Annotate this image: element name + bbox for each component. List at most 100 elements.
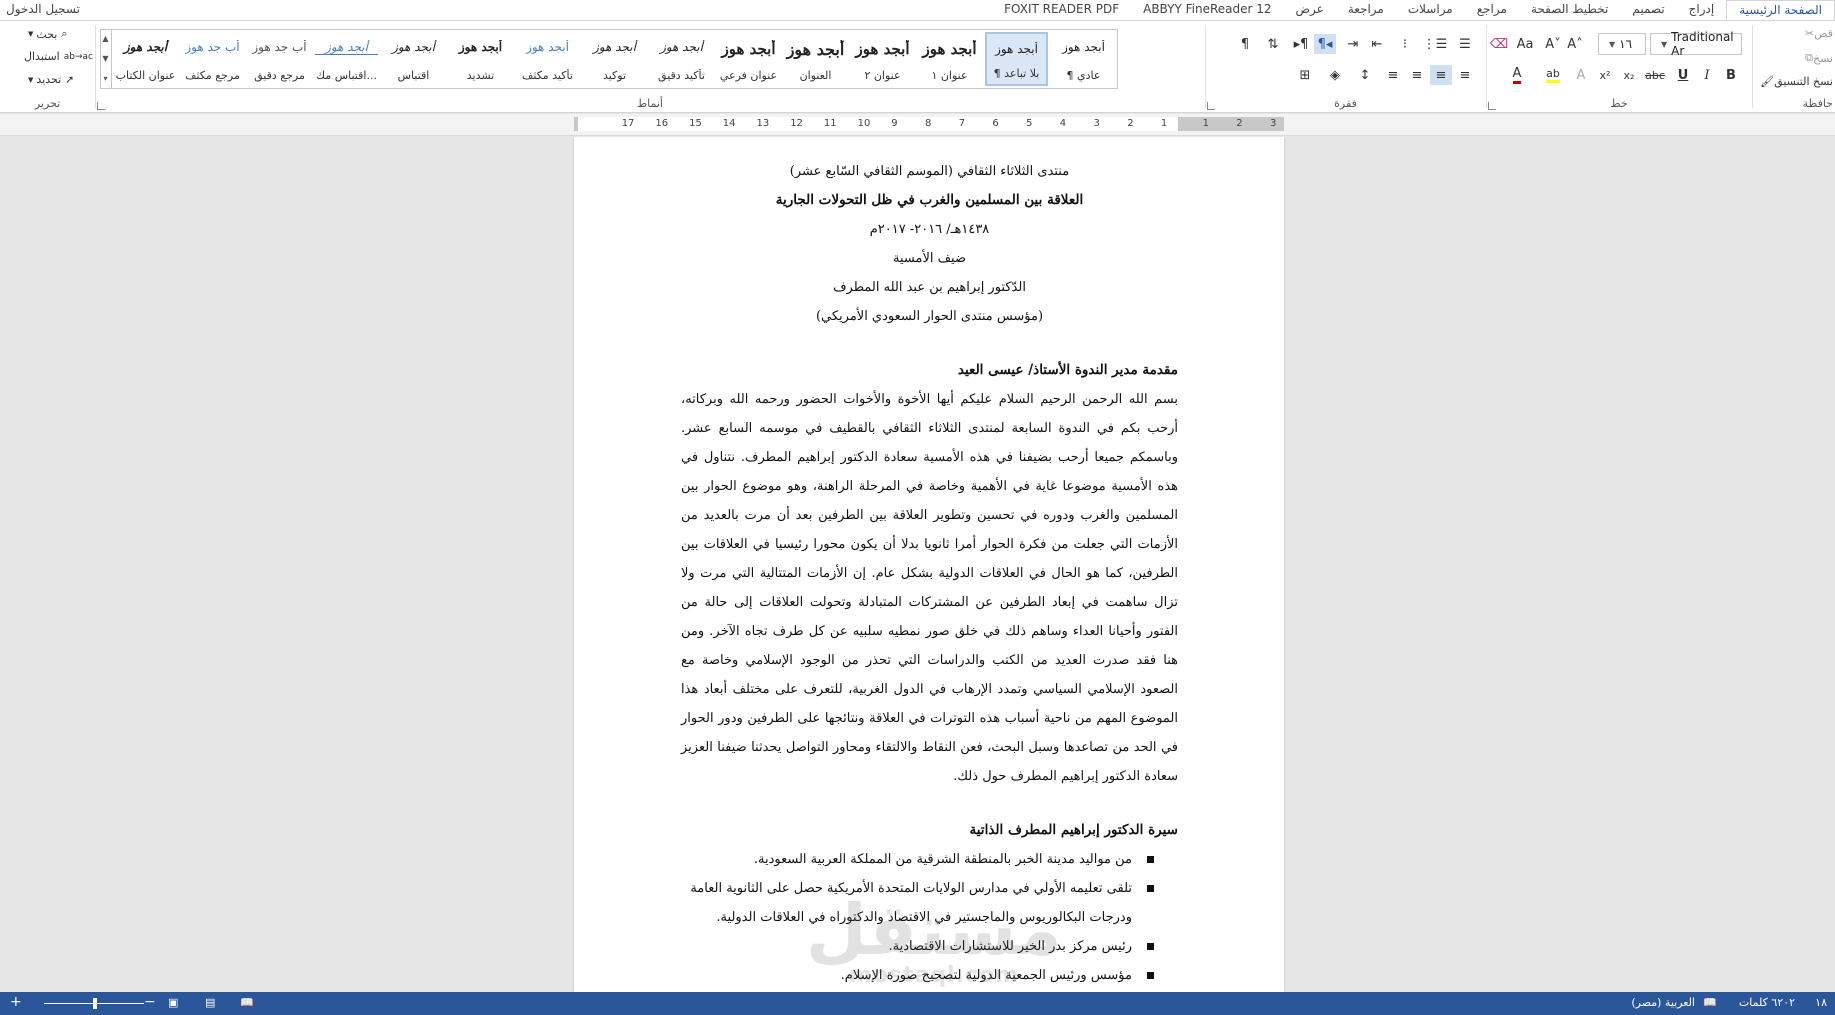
subscript-icon[interactable]: x₂ bbox=[1618, 65, 1640, 85]
print-layout-view-icon[interactable]: ▤ bbox=[205, 996, 215, 1009]
align-left-icon[interactable]: ≡ bbox=[1382, 65, 1404, 85]
tab-7[interactable]: عرض bbox=[1284, 0, 1336, 20]
select-button[interactable]: ▼ تحديد ➚ bbox=[28, 73, 74, 86]
bullet-item: من مواليد مدينة الخبر بالمنطقة الشرقية م… bbox=[681, 845, 1178, 874]
word-count: ٦٢٠٢ كلمات bbox=[1738, 996, 1795, 1009]
show-formatting-icon[interactable]: ¶ bbox=[1234, 34, 1256, 54]
clear-formatting-icon[interactable]: ⌫ bbox=[1488, 34, 1510, 54]
font-group-label: خط bbox=[1610, 97, 1628, 110]
style-item[interactable]: أبجد هوز عنوان الكتاب bbox=[114, 32, 177, 86]
style-item[interactable]: أبجد هوز تأكيد دقيق bbox=[650, 32, 713, 86]
strikethrough-icon[interactable]: abc bbox=[1642, 65, 1668, 85]
gallery-down-icon[interactable]: ▼ bbox=[100, 49, 111, 69]
tab-9[interactable]: FOXIT READER PDF bbox=[992, 0, 1131, 20]
proofing-status[interactable]: 📖 bbox=[1703, 996, 1717, 1009]
tab-6[interactable]: مراجعة bbox=[1336, 0, 1396, 20]
underline-icon[interactable]: U bbox=[1672, 65, 1694, 85]
numbering-icon[interactable]: ⋮☰ bbox=[1423, 34, 1448, 54]
font-dialog-launcher[interactable] bbox=[1488, 102, 1496, 110]
font-color-icon[interactable]: A bbox=[1502, 65, 1532, 85]
status-page-info[interactable]: ١٨ bbox=[1815, 996, 1827, 1009]
italic-icon[interactable]: I bbox=[1696, 65, 1718, 85]
borders-icon[interactable]: ⊞ bbox=[1294, 65, 1316, 85]
highlight-color-icon[interactable]: ab bbox=[1538, 65, 1568, 85]
rtl-direction-icon[interactable]: ¶◂ bbox=[1314, 34, 1336, 54]
watermark-logo-text: مستقل bbox=[806, 889, 1063, 971]
style-name: ¶ بلا تباعد bbox=[993, 67, 1040, 80]
sign-in-link[interactable]: تسجيل الدخول bbox=[6, 2, 80, 16]
tab-3[interactable]: تخطيط الصفحة bbox=[1519, 0, 1620, 20]
style-item[interactable]: أبجد هوز عنوان ٢ bbox=[851, 32, 914, 86]
styles-dialog-launcher[interactable] bbox=[97, 102, 105, 110]
style-preview: أبجد هوز bbox=[660, 40, 703, 54]
style-item[interactable]: أبجد هوز اقتباس مك... bbox=[315, 32, 378, 86]
gallery-more-icon[interactable]: ▾ bbox=[100, 69, 111, 89]
justify-icon[interactable]: ≡ bbox=[1454, 65, 1476, 85]
tab-1[interactable]: إدراج bbox=[1677, 0, 1727, 20]
grow-font-icon[interactable]: A˄ bbox=[1564, 34, 1586, 54]
status-language[interactable]: العربية (مصر) bbox=[1631, 996, 1695, 1009]
header-line: منتدى الثلاثاء الثقافي (الموسم الثقافي ا… bbox=[789, 164, 1070, 179]
find-button[interactable]: ▼ بحث ⌕ bbox=[28, 27, 68, 41]
replace-button[interactable]: استبدال ab→ac bbox=[24, 50, 93, 63]
document-page[interactable]: منتدى الثلاثاء الثقافي (الموسم الثقافي ا… bbox=[574, 137, 1284, 992]
zoom-slider-thumb[interactable] bbox=[93, 998, 97, 1009]
bullet-text: من مواليد مدينة الخبر بالمنطقة الشرقية م… bbox=[753, 852, 1132, 867]
ruler-number: 4 bbox=[1059, 118, 1067, 129]
web-layout-view-icon[interactable]: ▣ bbox=[168, 996, 178, 1009]
sort-icon[interactable]: ⇅ bbox=[1262, 34, 1284, 54]
style-preview: أبجد هوز bbox=[458, 40, 503, 54]
tab-4[interactable]: مراجع bbox=[1465, 0, 1519, 20]
style-item[interactable]: أبجد هوز تأكيد مكثف bbox=[516, 32, 579, 86]
shrink-font-icon[interactable]: A˅ bbox=[1542, 34, 1564, 54]
cut-button[interactable]: ✂ قص bbox=[1801, 27, 1833, 40]
read-mode-view-icon[interactable]: 📖 bbox=[240, 996, 254, 1009]
change-case-icon[interactable]: Aa bbox=[1510, 34, 1540, 54]
font-size-combo[interactable]: ▼ ١٦ bbox=[1598, 33, 1646, 55]
ruler-number: 3 bbox=[1093, 118, 1100, 129]
bold-icon[interactable]: B bbox=[1720, 65, 1742, 85]
ltr-direction-icon[interactable]: ▸¶ bbox=[1290, 34, 1312, 54]
style-preview: أبجد هوز bbox=[593, 40, 636, 54]
paragraph-dialog-launcher[interactable] bbox=[1207, 102, 1215, 110]
style-item[interactable]: أبجد هوز ¶ عادي bbox=[1052, 32, 1115, 86]
zoom-out-button[interactable]: − bbox=[144, 994, 156, 1010]
style-item[interactable]: أبجد هوز ¶ بلا تباعد bbox=[985, 32, 1048, 86]
status-bar: ١٨ ٦٢٠٢ كلمات 📖 العربية (مصر) + − ▣ ▤ 📖 bbox=[0, 992, 1835, 1015]
style-name: عنوان الكتاب bbox=[115, 69, 176, 82]
gallery-up-icon[interactable]: ▲ bbox=[100, 29, 111, 49]
line-spacing-icon[interactable]: ↕ bbox=[1354, 65, 1376, 85]
shading-icon[interactable]: ◈ bbox=[1324, 65, 1346, 85]
style-name: العنوان bbox=[799, 69, 832, 82]
style-item[interactable]: أبجد هوز اقتباس bbox=[382, 32, 445, 86]
align-center-icon[interactable]: ≡ bbox=[1406, 65, 1428, 85]
font-color-letter: A bbox=[1512, 66, 1522, 84]
increase-indent-icon[interactable]: ⇥ bbox=[1342, 34, 1364, 54]
zoom-in-button[interactable]: + bbox=[10, 994, 22, 1010]
style-item[interactable]: أبجد هوز العنوان bbox=[784, 32, 847, 86]
tab-0[interactable]: الصفحة الرئيسية bbox=[1726, 0, 1835, 21]
multilevel-list-icon[interactable]: ⁝ bbox=[1394, 34, 1416, 54]
format-painter-button[interactable]: 🖌 نسخ التنسيق bbox=[1756, 75, 1833, 88]
style-item[interactable]: أب جد هوز مرجع مكثف bbox=[181, 32, 244, 86]
style-preview: أب جد هوز bbox=[185, 40, 240, 54]
text-effects-icon[interactable]: A bbox=[1570, 65, 1592, 85]
decrease-indent-icon[interactable]: ⇤ bbox=[1366, 34, 1388, 54]
style-item[interactable]: أب جد هوز مرجع دقيق bbox=[248, 32, 311, 86]
align-right-icon[interactable]: ≡ bbox=[1430, 65, 1452, 85]
tab-8[interactable]: ABBYY FineReader 12 bbox=[1131, 0, 1283, 20]
horizontal-ruler[interactable]: 3 2 1 1 2 3 4 5 6 7 8 9 10 11 12 13 14 15 16 17 bbox=[574, 117, 1284, 131]
style-item[interactable]: أبجد هوز تشديد bbox=[449, 32, 512, 86]
style-item[interactable]: أبجد هوز عنوان فرعي bbox=[717, 32, 780, 86]
bullets-icon[interactable]: ☰ bbox=[1454, 34, 1476, 54]
copy-button[interactable]: ⧉ نسخ bbox=[1801, 51, 1833, 65]
superscript-icon[interactable]: x² bbox=[1594, 65, 1616, 85]
tab-5[interactable]: مراسلات bbox=[1396, 0, 1465, 20]
style-item[interactable]: أبجد هوز عنوان ١ bbox=[918, 32, 981, 86]
font-name-combo[interactable]: ▼ Traditional Ar bbox=[1650, 30, 1742, 58]
brush-icon: 🖌 bbox=[1760, 75, 1775, 88]
status-word-count[interactable]: ٦٢٠٢ كلمات bbox=[1739, 996, 1795, 1009]
tab-2[interactable]: تصميم bbox=[1620, 0, 1676, 20]
styles-gallery: أبجد هوز ¶ عادي أبجد هوز ¶ بلا تباعد أبجد هو… bbox=[100, 29, 1118, 89]
style-item[interactable]: أبجد هوز توكيد bbox=[583, 32, 646, 86]
